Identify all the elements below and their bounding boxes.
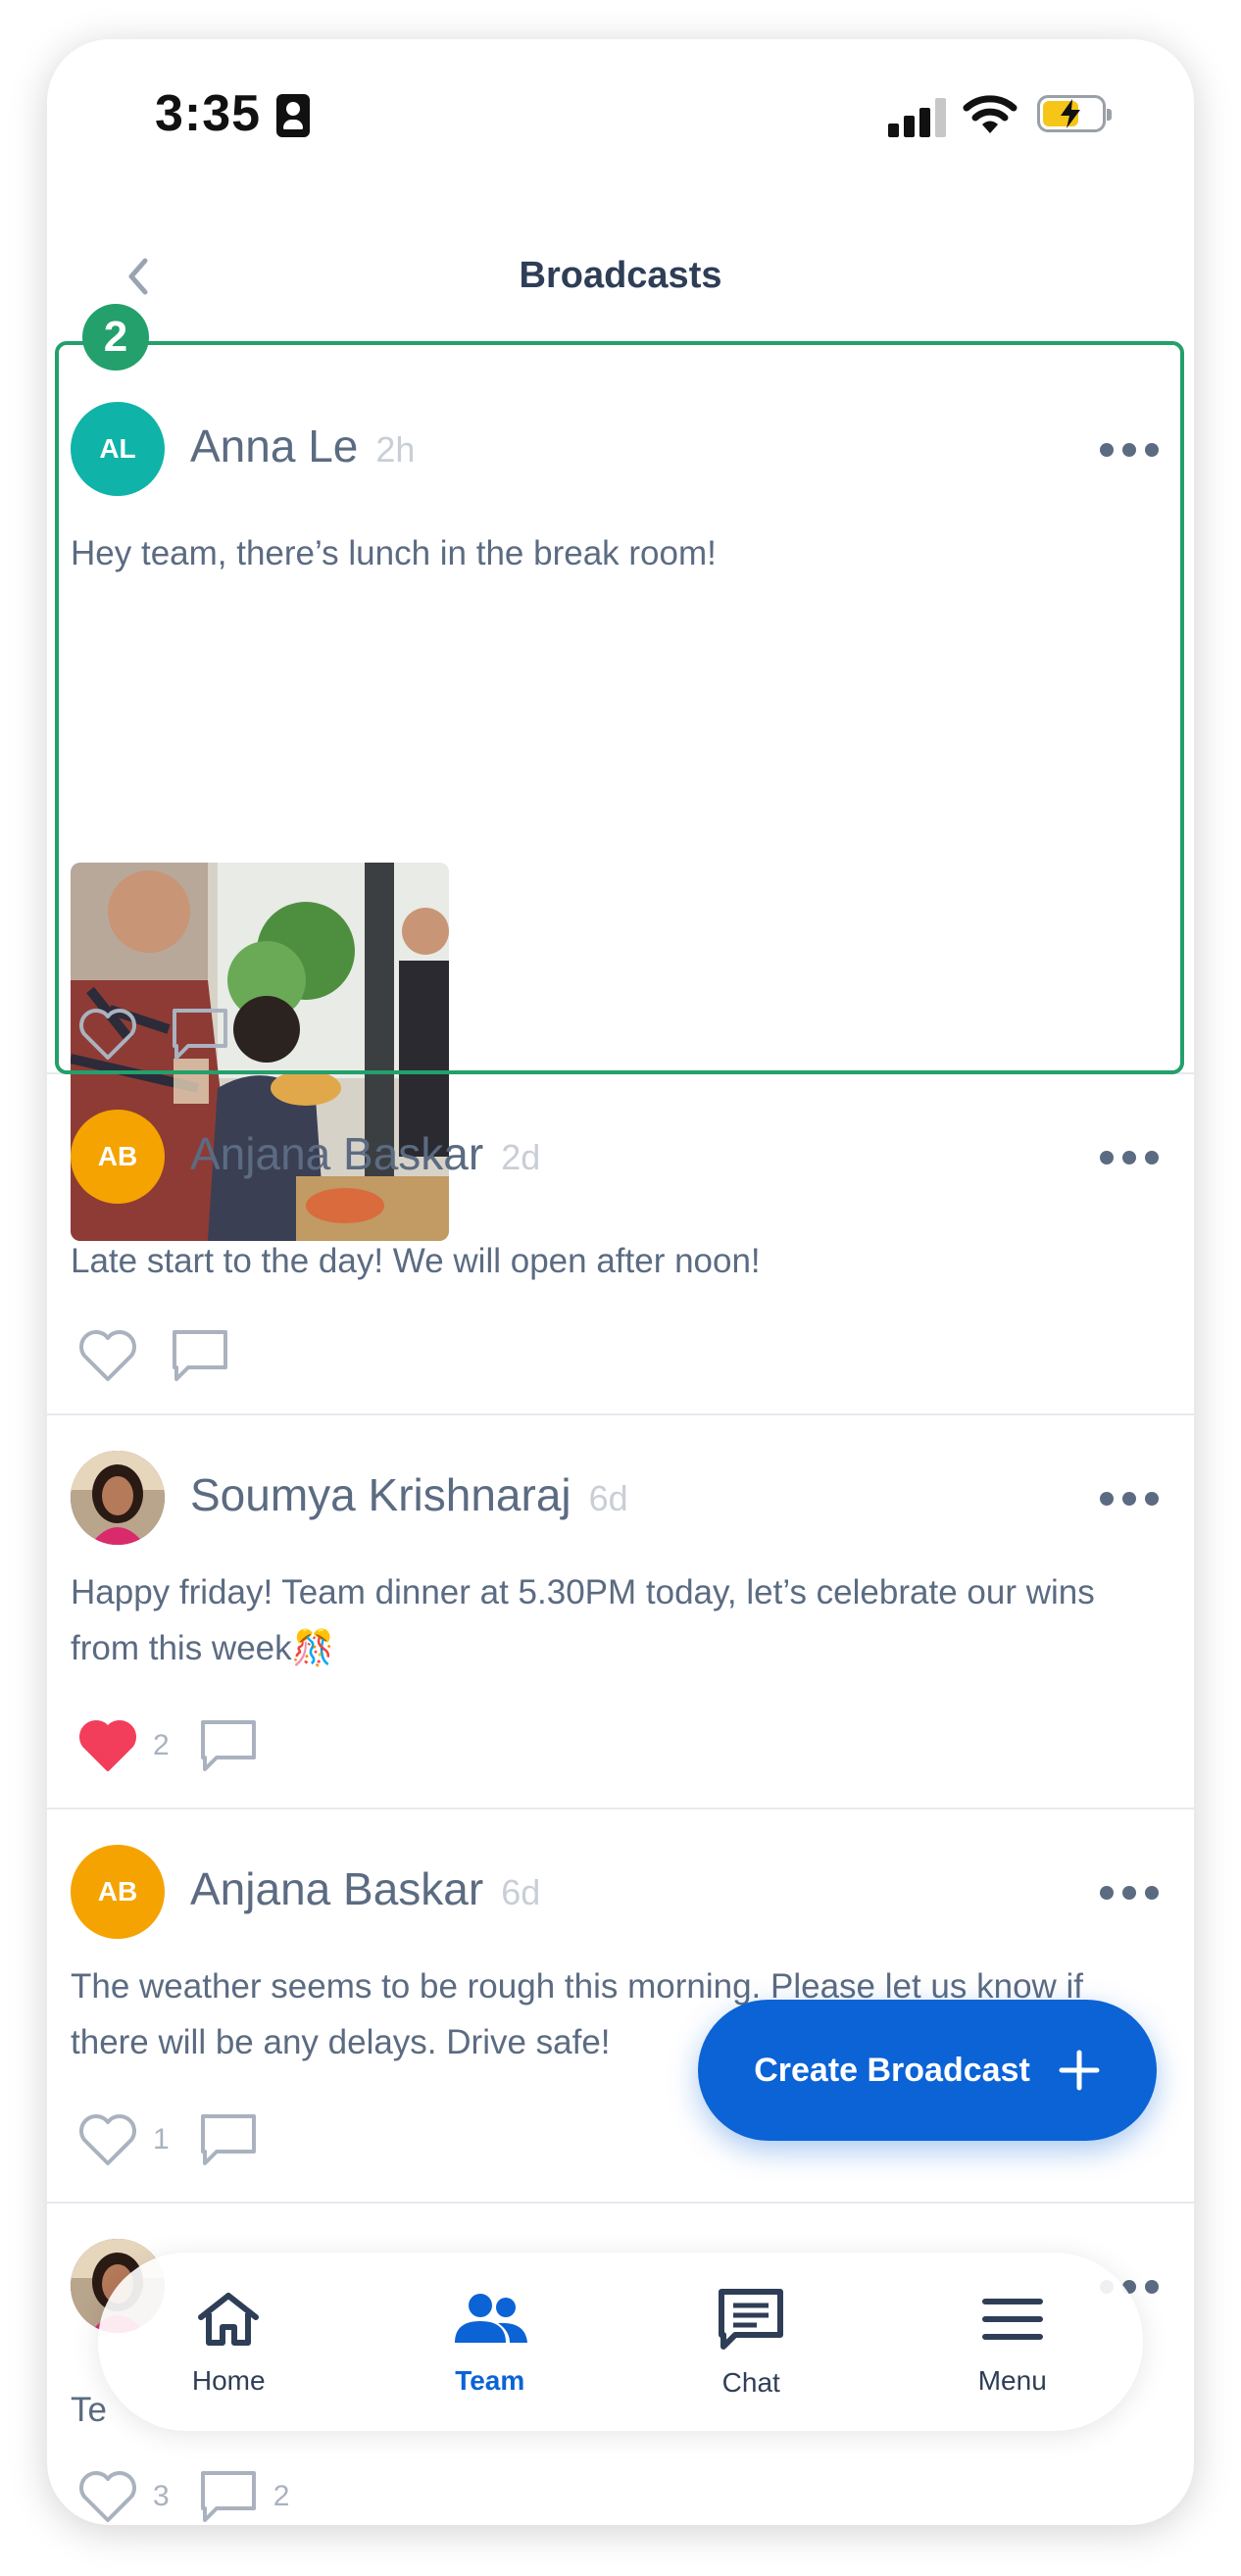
more-options-button[interactable]	[1100, 1143, 1159, 1172]
comment-icon[interactable]	[169, 1326, 231, 1385]
hamburger-menu-icon	[981, 2298, 1043, 2340]
page-title: Broadcasts	[519, 255, 722, 296]
highlight-frame	[55, 341, 1184, 1074]
post-actions: 2	[76, 1711, 260, 1780]
status-bar: 3:35	[47, 39, 1194, 186]
comment-icon[interactable]	[197, 1716, 260, 1775]
post-actions: 3 2	[76, 2462, 317, 2525]
bottom-navigation: Home Team Chat Menu	[98, 2253, 1143, 2431]
comment-icon[interactable]	[197, 2110, 260, 2169]
nav-home[interactable]: Home	[130, 2288, 326, 2397]
like-count: 2	[153, 1729, 170, 1761]
cellular-signal-icon	[888, 98, 951, 137]
post-actions	[76, 1321, 231, 1390]
nav-team[interactable]: Team	[392, 2288, 588, 2397]
id-badge-icon	[276, 94, 310, 137]
like-heart-icon[interactable]	[76, 2110, 139, 2169]
nav-team-label: Team	[455, 2364, 525, 2396]
avatar-photo[interactable]	[71, 1451, 165, 1545]
comment-count: 2	[273, 2480, 290, 2512]
nav-home-label: Home	[191, 2364, 266, 2396]
post-time: 6d	[501, 1872, 541, 1912]
author-name[interactable]: Soumya Krishnaraj 6d	[190, 1468, 628, 1521]
step-number-badge: 2	[82, 304, 149, 371]
author-name-text: Anjana Baskar	[190, 1863, 484, 1914]
avatar[interactable]: AB	[71, 1110, 165, 1204]
like-heart-icon[interactable]	[76, 2467, 139, 2525]
post-text: Late start to the day! We will open afte…	[71, 1242, 761, 1280]
wifi-icon	[963, 95, 1018, 133]
broadcast-post: AB Anjana Baskar 2d Late start to the day…	[47, 1076, 1194, 1415]
more-options-button[interactable]	[1100, 1484, 1159, 1513]
nav-chat-label: Chat	[721, 2366, 780, 2398]
like-count: 3	[153, 2480, 170, 2512]
comment-icon[interactable]	[197, 2467, 260, 2525]
battery-icon	[1037, 95, 1112, 132]
header: Broadcasts	[47, 225, 1194, 323]
post-time: 6d	[588, 1478, 628, 1518]
author-name[interactable]: Anjana Baskar 2d	[190, 1127, 540, 1180]
post-text: Happy friday! Team dinner at 5.30PM toda…	[71, 1573, 1095, 1667]
create-broadcast-label: Create Broadcast	[754, 2051, 1030, 2089]
author-name-text: Soumya Krishnaraj	[190, 1469, 571, 1520]
author-name[interactable]: Anjana Baskar 6d	[190, 1862, 540, 1915]
liked-heart-icon[interactable]	[76, 1716, 139, 1775]
status-time: 3:35	[155, 85, 262, 142]
plus-icon	[1059, 2050, 1100, 2091]
avatar[interactable]: AB	[71, 1845, 165, 1939]
like-heart-icon[interactable]	[76, 1326, 139, 1385]
phone-screen: 3:35 Broadcasts AL Anna Le 2h Hey team, …	[47, 39, 1194, 2525]
nav-menu-label: Menu	[977, 2364, 1047, 2396]
nav-menu[interactable]: Menu	[915, 2288, 1111, 2397]
create-broadcast-button[interactable]: Create Broadcast	[698, 2000, 1157, 2141]
post-time: 2d	[501, 1137, 541, 1177]
home-icon	[198, 2292, 260, 2346]
team-icon	[454, 2293, 527, 2343]
more-options-button[interactable]	[1100, 1878, 1159, 1907]
nav-chat[interactable]: Chat	[653, 2286, 849, 2399]
broadcast-post: Soumya Krishnaraj 6d Happy friday! Team d…	[47, 1417, 1194, 1809]
post-actions: 1	[76, 2105, 260, 2174]
like-count: 1	[153, 2123, 170, 2155]
chat-icon	[719, 2288, 784, 2350]
author-name-text: Anjana Baskar	[190, 1128, 484, 1179]
